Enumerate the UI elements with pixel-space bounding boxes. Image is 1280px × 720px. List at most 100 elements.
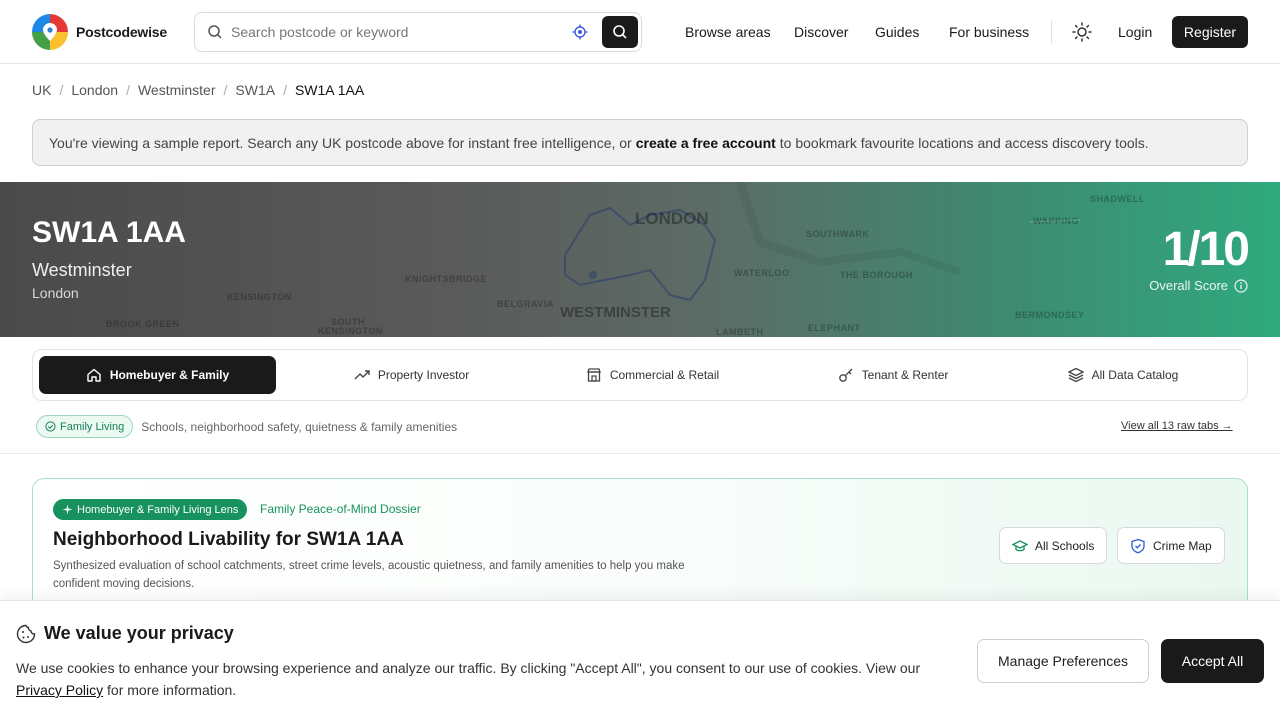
cookie-text: We use cookies to enhance your browsing …: [16, 660, 921, 676]
search-icon: [613, 25, 627, 39]
map-label: WAPPING: [1033, 216, 1080, 226]
cookie-icon: [16, 624, 36, 643]
section-divider: [0, 453, 1280, 454]
login-link[interactable]: Login: [1118, 0, 1152, 64]
cookie-title-row: We value your privacy: [16, 623, 234, 644]
city-name: London: [32, 285, 79, 301]
breadcrumb-separator: /: [223, 82, 228, 98]
nav-browse-label[interactable]: Browse areas: [685, 24, 771, 40]
tab-property-investor[interactable]: Property Investor: [283, 356, 540, 394]
layers-icon: [1067, 367, 1084, 383]
tab-label: Property Investor: [377, 368, 470, 382]
cookie-message: We use cookies to enhance your browsing …: [16, 657, 936, 701]
info-icon[interactable]: [1234, 278, 1248, 293]
register-button[interactable]: Register: [1172, 16, 1248, 48]
breadcrumb-separator: /: [126, 82, 130, 98]
graduation-cap-icon: [1012, 539, 1028, 551]
search-button[interactable]: [602, 16, 638, 48]
logo-icon: [32, 14, 68, 50]
map-label: BROOK GREEN: [106, 319, 180, 329]
home-icon: [87, 368, 101, 382]
key-icon: [838, 368, 853, 382]
nav-for-business[interactable]: For business: [949, 0, 1029, 64]
map-label: LONDON: [635, 209, 709, 228]
tab-tenant-renter[interactable]: Tenant & Renter: [773, 356, 1013, 394]
create-account-link[interactable]: create a free account: [636, 135, 776, 151]
cookie-text-after: for more information.: [107, 682, 237, 698]
dossier-label: Family Peace-of-Mind Dossier: [260, 502, 421, 516]
breadcrumb: UK / London / Westminster / SW1A / SW1A …: [32, 82, 364, 98]
tab-all-data-catalog[interactable]: All Data Catalog: [1023, 356, 1223, 394]
chip-label: Family Living: [60, 420, 125, 433]
nav-guides[interactable]: Guides: [875, 0, 919, 64]
tab-commercial-retail[interactable]: Commercial & Retail: [540, 356, 765, 394]
accept-all-button[interactable]: Accept All: [1161, 639, 1264, 683]
search-icon: [208, 25, 222, 39]
map-label: THE BOROUGH: [840, 270, 913, 280]
all-schools-label: All Schools: [1035, 538, 1095, 553]
tab-label: All Data Catalog: [1091, 368, 1179, 382]
map-label: WESTMINSTER: [560, 304, 671, 321]
cookie-banner: We value your privacy We use cookies to …: [0, 600, 1280, 720]
map-label: BERMONDSEY: [1015, 310, 1085, 320]
postcode-title: SW1A 1AA: [32, 216, 186, 249]
breadcrumb-westminster[interactable]: Westminster: [138, 82, 216, 98]
locate-icon[interactable]: [568, 20, 592, 44]
crime-map-button[interactable]: Crime Map: [1117, 527, 1225, 564]
tab-homebuyer-family[interactable]: Homebuyer & Family: [39, 356, 276, 394]
lens-badge-label: Homebuyer & Family Living Lens: [77, 503, 239, 516]
lens-row: Family Living Schools, neighborhood safe…: [36, 415, 457, 438]
nav-guides-label[interactable]: Guides: [875, 24, 919, 40]
store-icon: [586, 368, 601, 382]
shield-icon: [1131, 538, 1145, 553]
persona-tabs: Homebuyer & Family Property Investor Com…: [32, 349, 1248, 401]
map-label: LAMBETH: [716, 327, 764, 337]
cookie-title: We value your privacy: [44, 623, 234, 643]
tab-label: Tenant & Renter: [861, 368, 949, 382]
overall-score-value: 1/10: [1162, 223, 1250, 276]
hero-banner: LONDON WESTMINSTER KENSINGTON KNIGHTSBRI…: [0, 182, 1280, 337]
check-circle-icon: [45, 421, 56, 432]
notice-text-before: You're viewing a sample report. Search a…: [49, 134, 632, 151]
overall-score-label-row: Overall Score: [1149, 278, 1248, 293]
login-label[interactable]: Login: [1118, 24, 1152, 40]
breadcrumb-uk[interactable]: UK: [32, 82, 51, 98]
district-name: Westminster: [32, 260, 132, 280]
overall-score-label: Overall Score: [1149, 278, 1228, 293]
map-label: BELGRAVIA: [497, 299, 554, 309]
family-living-chip[interactable]: Family Living: [36, 415, 134, 438]
tab-label: Commercial & Retail: [609, 368, 720, 382]
lens-description: Schools, neighborhood safety, quietness …: [141, 419, 458, 434]
breadcrumb-current: SW1A 1AA: [294, 82, 365, 98]
breadcrumb-separator: /: [59, 82, 64, 98]
privacy-policy-link[interactable]: Privacy Policy: [16, 682, 103, 698]
all-schools-button[interactable]: All Schools: [999, 527, 1108, 564]
map-label: KNIGHTSBRIDGE: [405, 274, 488, 284]
nav-discover[interactable]: Discover: [794, 0, 848, 64]
nav-discover-label[interactable]: Discover: [794, 24, 848, 40]
manage-preferences-button[interactable]: Manage Preferences: [977, 639, 1149, 683]
site-header: Postcodewise Browse areas Discover Guide…: [0, 0, 1280, 64]
map-label: SOUTHWARK: [806, 229, 870, 239]
nav-browse-areas[interactable]: Browse areas: [685, 0, 771, 64]
map-label: SHADWELL: [1090, 194, 1145, 204]
nav-divider: [1051, 20, 1052, 44]
nav-business-label[interactable]: For business: [949, 24, 1029, 40]
breadcrumb-separator: /: [283, 82, 287, 98]
notice-text-after: to bookmark favourite locations and acce…: [779, 134, 1149, 151]
search-input[interactable]: [231, 24, 568, 40]
theme-toggle-sun-icon[interactable]: [1070, 20, 1094, 44]
lens-badge: Homebuyer & Family Living Lens: [53, 499, 248, 520]
sample-report-notice: You're viewing a sample report. Search a…: [32, 119, 1248, 166]
brand-logo[interactable]: Postcodewise: [32, 14, 167, 50]
map-label: WATERLOO: [734, 268, 790, 278]
breadcrumb-sw1a[interactable]: SW1A: [235, 82, 275, 98]
card-title: Neighborhood Livability for SW1A 1AA: [53, 529, 404, 550]
card-description: Synthesized evaluation of school catchme…: [53, 560, 685, 590]
brand-name: Postcodewise: [76, 24, 167, 40]
map-label: KENSINGTON: [227, 292, 292, 302]
sparkle-icon: [62, 504, 73, 515]
breadcrumb-london[interactable]: London: [71, 82, 118, 98]
tab-label: Homebuyer & Family: [109, 368, 230, 382]
view-all-raw-tabs-link[interactable]: View all 13 raw tabs →: [1121, 420, 1233, 432]
